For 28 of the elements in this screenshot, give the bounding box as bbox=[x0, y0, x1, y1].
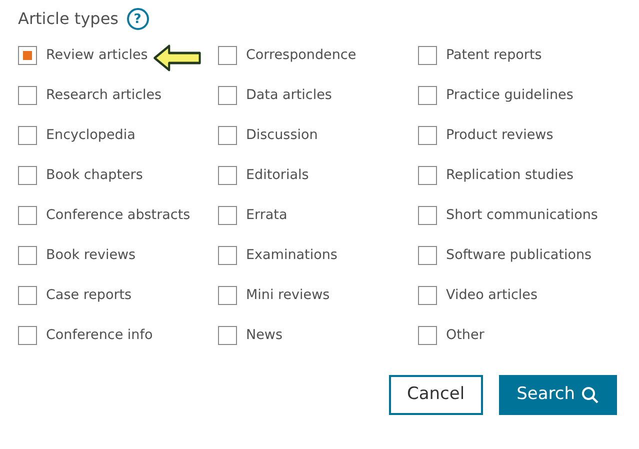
option-label: Book chapters bbox=[46, 166, 143, 185]
help-button[interactable]: ? bbox=[126, 8, 148, 30]
option-label: Examinations bbox=[246, 246, 338, 265]
option-label: Case reports bbox=[46, 286, 132, 305]
option-label: Review articles bbox=[46, 46, 148, 65]
option-label: Discussion bbox=[246, 126, 318, 145]
option-label: Practice guidelines bbox=[446, 86, 574, 105]
option-label: Correspondence bbox=[246, 46, 356, 65]
option-label: Product reviews bbox=[446, 126, 554, 145]
cancel-button[interactable]: Cancel bbox=[389, 375, 483, 415]
option-label: Other bbox=[446, 326, 484, 345]
option-label: Short communications bbox=[446, 206, 598, 225]
option-label: Errata bbox=[246, 206, 288, 225]
option-label: Editorials bbox=[246, 166, 309, 185]
option-label: News bbox=[246, 326, 282, 345]
option-label: Video articles bbox=[446, 286, 538, 305]
option-label: Mini reviews bbox=[246, 286, 330, 305]
option-label: Conference info bbox=[46, 326, 153, 345]
option-label: Patent reports bbox=[446, 46, 542, 65]
option-label: Data articles bbox=[246, 86, 332, 105]
option-label: Replication studies bbox=[446, 166, 574, 185]
section-title: Article types bbox=[18, 8, 118, 30]
option-label: Software publications bbox=[446, 246, 592, 265]
option-label: Conference abstracts bbox=[46, 206, 190, 225]
option-label: Encyclopedia bbox=[46, 126, 136, 145]
option-label: Research articles bbox=[46, 86, 162, 105]
search-button[interactable]: Search bbox=[498, 375, 617, 415]
option-label: Book reviews bbox=[46, 246, 136, 265]
